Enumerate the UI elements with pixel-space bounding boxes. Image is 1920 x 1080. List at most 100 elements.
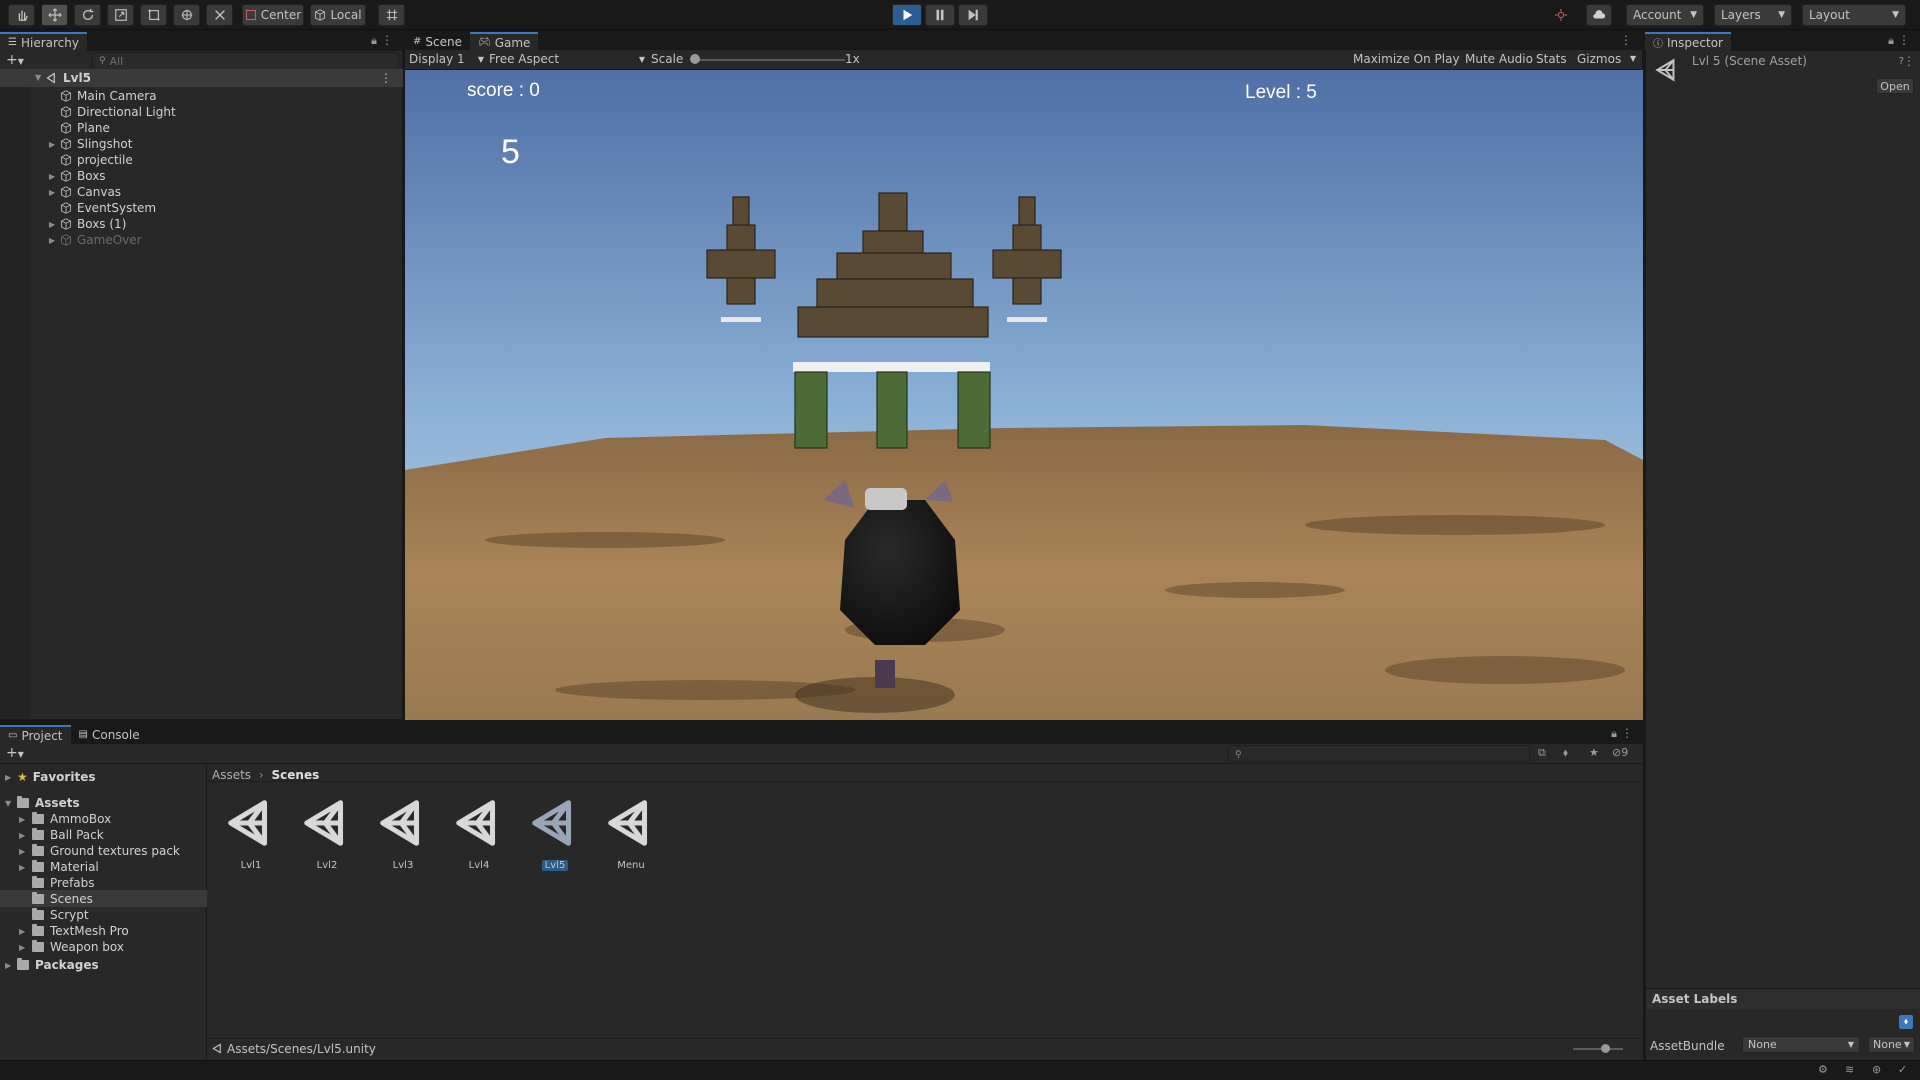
assets-root-item[interactable]: Assets bbox=[17, 795, 80, 811]
rotate-tool-button[interactable] bbox=[74, 4, 101, 26]
hierarchy-item[interactable]: Canvas bbox=[60, 184, 121, 200]
lock-icon[interactable]: 🔒︎ bbox=[1888, 34, 1894, 48]
folder-item[interactable]: Ball Pack bbox=[32, 827, 104, 843]
scale-slider[interactable] bbox=[695, 59, 845, 61]
transform-tool-button[interactable] bbox=[173, 4, 200, 26]
display-dropdown[interactable]: Display 1 ▼ bbox=[409, 52, 484, 66]
hand-tool-button[interactable] bbox=[8, 4, 35, 26]
icon-size-slider[interactable] bbox=[1573, 1048, 1623, 1050]
hierarchy-item[interactable]: Directional Light bbox=[60, 104, 176, 120]
hierarchy-item[interactable]: GameOver bbox=[60, 232, 142, 248]
hierarchy-search-input[interactable]: ⚲ All bbox=[92, 52, 399, 70]
search-by-label-icon[interactable]: ⬧ bbox=[1563, 746, 1568, 760]
cache-server-icon[interactable]: ⊛ bbox=[1872, 1063, 1881, 1076]
debug-icon[interactable]: ⚙ bbox=[1818, 1063, 1828, 1076]
hierarchy-item[interactable]: Boxs (1) bbox=[60, 216, 126, 232]
expand-arrow-icon[interactable]: ▶ bbox=[19, 831, 25, 840]
hierarchy-item[interactable]: Boxs bbox=[60, 168, 106, 184]
variant-dropdown[interactable]: None ▼ bbox=[1868, 1036, 1915, 1053]
favorite-star-icon[interactable]: ★ bbox=[1589, 746, 1599, 759]
lock-icon[interactable]: 🔒︎ bbox=[1611, 727, 1617, 741]
hierarchy-item[interactable]: projectile bbox=[60, 152, 133, 168]
search-by-type-icon[interactable]: ⧉ bbox=[1538, 746, 1546, 760]
scene-root-item[interactable]: Lvl5 bbox=[46, 70, 91, 86]
hidden-packages-toggle[interactable]: ⊘9 bbox=[1612, 746, 1628, 759]
scene-more-icon[interactable]: ⋮ bbox=[380, 71, 392, 85]
layers-stack-icon[interactable]: ≋ bbox=[1845, 1063, 1854, 1076]
custom-tool-button[interactable] bbox=[206, 4, 233, 26]
expand-arrow-icon[interactable]: ▶ bbox=[19, 927, 25, 936]
hierarchy-item[interactable]: EventSystem bbox=[60, 200, 156, 216]
folder-item[interactable]: Material bbox=[32, 859, 99, 875]
scene-asset-file[interactable]: Lvl4 bbox=[447, 796, 511, 871]
folder-item[interactable]: AmmoBox bbox=[32, 811, 111, 827]
label-tag-icon[interactable]: ⬧ bbox=[1899, 1015, 1913, 1029]
game-view[interactable]: score : 0 Level : 5 5 bbox=[405, 70, 1643, 720]
gizmos-toggle[interactable]: Gizmos bbox=[1577, 52, 1621, 66]
expand-arrow-icon[interactable]: ▼ bbox=[35, 73, 41, 82]
expand-arrow-icon[interactable]: ▶ bbox=[49, 188, 55, 197]
tab-console[interactable]: ▤ Console bbox=[71, 725, 148, 744]
layout-dropdown[interactable]: Layout ▼ bbox=[1802, 4, 1906, 26]
lock-icon[interactable]: 🔒︎ bbox=[371, 34, 377, 48]
expand-arrow-icon[interactable]: ▶ bbox=[49, 172, 55, 181]
breadcrumb-assets[interactable]: Assets bbox=[212, 768, 251, 782]
chevron-down-icon[interactable]: ▼ bbox=[1630, 54, 1636, 63]
favorites-item[interactable]: ★ Favorites bbox=[17, 769, 95, 785]
collab-button[interactable] bbox=[1548, 4, 1574, 26]
project-search-input[interactable]: ⚲ bbox=[1228, 745, 1530, 762]
scene-asset-file[interactable]: Lvl5 bbox=[523, 796, 587, 871]
expand-arrow-icon[interactable]: ▶ bbox=[49, 236, 55, 245]
tab-hierarchy[interactable]: ☰ Hierarchy bbox=[0, 32, 87, 51]
more-options-icon[interactable]: ⋮ bbox=[1621, 726, 1633, 740]
packages-item[interactable]: Packages bbox=[17, 957, 99, 973]
expand-arrow-icon[interactable]: ▶ bbox=[19, 847, 25, 856]
assetbundle-dropdown[interactable]: None ▼ bbox=[1742, 1036, 1860, 1053]
folder-item[interactable]: Prefabs bbox=[32, 875, 95, 891]
account-dropdown[interactable]: Account ▼ bbox=[1626, 4, 1704, 26]
cloud-button[interactable] bbox=[1586, 4, 1612, 26]
grid-snap-button[interactable] bbox=[378, 4, 405, 26]
step-button[interactable] bbox=[958, 4, 988, 26]
more-options-icon[interactable]: ⋮ bbox=[1903, 54, 1915, 68]
tab-project[interactable]: ▭ Project bbox=[0, 725, 71, 744]
hierarchy-item[interactable]: Slingshot bbox=[60, 136, 132, 152]
create-add-button[interactable]: +▼ bbox=[6, 52, 24, 68]
create-add-button[interactable]: +▼ bbox=[6, 745, 24, 761]
pivot-space-button[interactable]: Local bbox=[310, 4, 366, 26]
mute-audio-toggle[interactable]: Mute Audio bbox=[1465, 52, 1533, 66]
folder-item[interactable]: Weapon box bbox=[32, 939, 124, 955]
scene-asset-file[interactable]: Lvl1 bbox=[219, 796, 283, 871]
folder-item[interactable]: TextMesh Pro bbox=[32, 923, 129, 939]
tab-inspector[interactable]: ⓘ Inspector bbox=[1645, 32, 1731, 51]
pivot-center-button[interactable]: Center bbox=[242, 4, 304, 26]
expand-arrow-icon[interactable]: ▶ bbox=[19, 863, 25, 872]
progress-check-icon[interactable]: ✓ bbox=[1898, 1063, 1907, 1076]
layers-dropdown[interactable]: Layers ▼ bbox=[1714, 4, 1792, 26]
folder-item[interactable]: Scrypt bbox=[32, 907, 89, 923]
hierarchy-item[interactable]: Main Camera bbox=[60, 88, 157, 104]
expand-arrow-icon[interactable]: ▶ bbox=[19, 943, 25, 952]
folder-item[interactable]: Ground textures pack bbox=[32, 843, 180, 859]
icon-size-slider-handle[interactable] bbox=[1601, 1044, 1610, 1053]
aspect-dropdown[interactable]: Free Aspect ▼ bbox=[489, 52, 645, 66]
scale-slider-handle[interactable] bbox=[690, 54, 700, 64]
scene-asset-file[interactable]: Menu bbox=[599, 796, 663, 871]
hierarchy-item[interactable]: Plane bbox=[60, 120, 110, 136]
expand-arrow-icon[interactable]: ▶ bbox=[49, 220, 55, 229]
stats-toggle[interactable]: Stats bbox=[1536, 52, 1567, 66]
tab-scene[interactable]: # Scene bbox=[405, 32, 470, 51]
expand-arrow-icon[interactable]: ▶ bbox=[19, 815, 25, 824]
open-button[interactable]: Open bbox=[1876, 78, 1914, 94]
more-options-icon[interactable]: ⋮ bbox=[1898, 33, 1910, 47]
play-button[interactable] bbox=[892, 4, 922, 26]
scale-tool-button[interactable] bbox=[107, 4, 134, 26]
tab-game[interactable]: 🎮︎ Game bbox=[469, 32, 539, 51]
folder-item[interactable]: Scenes bbox=[32, 891, 93, 907]
move-tool-button[interactable] bbox=[41, 4, 68, 26]
maximize-on-play-toggle[interactable]: Maximize On Play bbox=[1353, 52, 1460, 66]
more-options-icon[interactable]: ⋮ bbox=[381, 33, 393, 47]
more-options-icon[interactable]: ⋮ bbox=[1620, 33, 1632, 47]
rect-tool-button[interactable] bbox=[140, 4, 167, 26]
pause-button[interactable] bbox=[925, 4, 955, 26]
